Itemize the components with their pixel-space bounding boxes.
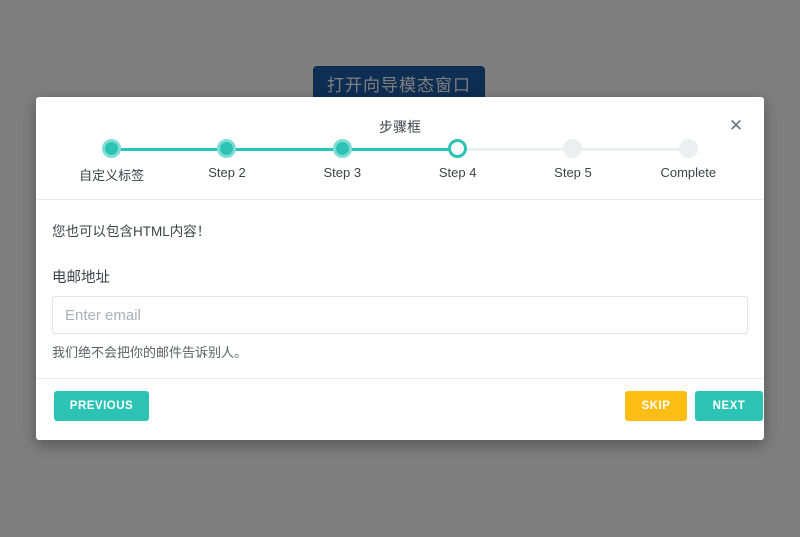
step-label-3: Step 3 <box>323 165 362 180</box>
step-item-1[interactable]: 自定义标签 <box>54 139 170 195</box>
close-icon[interactable]: ✕ <box>724 114 748 138</box>
step-label-4: Step 4 <box>438 165 477 180</box>
step-dot-1[interactable] <box>102 139 122 158</box>
wizard-stepper: 自定义标签 Step 2 Step 3 Step 4 Step 5 Comple… <box>54 139 746 195</box>
modal-footer: PREVIOUS SKIP NEXT <box>36 378 764 440</box>
modal-body: 您也可以包含HTML内容！ 电邮地址 我们绝不会把你的邮件告诉别人。 <box>36 200 764 378</box>
step-dot-3[interactable] <box>332 139 352 158</box>
step-item-6[interactable]: Complete <box>630 139 746 195</box>
html-content-note: 您也可以包含HTML内容！ <box>52 224 211 239</box>
step-item-5[interactable]: Step 5 <box>515 139 631 195</box>
step-dot-5[interactable] <box>563 139 583 158</box>
step-label-2: Step 2 <box>208 165 246 180</box>
step-item-3[interactable]: Step 3 <box>284 139 400 195</box>
step-item-4[interactable]: Step 4 <box>399 139 516 195</box>
skip-button[interactable]: SKIP <box>625 391 687 421</box>
next-button[interactable]: NEXT <box>695 391 763 421</box>
wizard-modal: 步骤框 ✕ 自定义标签 Step 2 Step 3 Step 4 Step 5 … <box>36 97 764 440</box>
step-label-5: Step 5 <box>554 165 592 180</box>
step-item-2[interactable]: Step 2 <box>169 139 285 195</box>
email-help-text: 我们绝不会把你的邮件告诉别人。 <box>52 345 248 360</box>
step-dot-6[interactable] <box>678 139 698 158</box>
email-field-label: 电邮地址 <box>52 270 110 286</box>
modal-title: 步骤框 <box>379 119 421 135</box>
step-dot-4[interactable] <box>448 139 468 158</box>
step-dot-2[interactable] <box>217 139 237 158</box>
email-input[interactable] <box>52 296 748 334</box>
previous-button[interactable]: PREVIOUS <box>54 391 149 421</box>
step-label-1: 自定义标签 <box>79 168 145 183</box>
step-label-6: Complete <box>660 165 717 180</box>
modal-header: 步骤框 ✕ 自定义标签 Step 2 Step 3 Step 4 Step 5 … <box>36 97 764 200</box>
